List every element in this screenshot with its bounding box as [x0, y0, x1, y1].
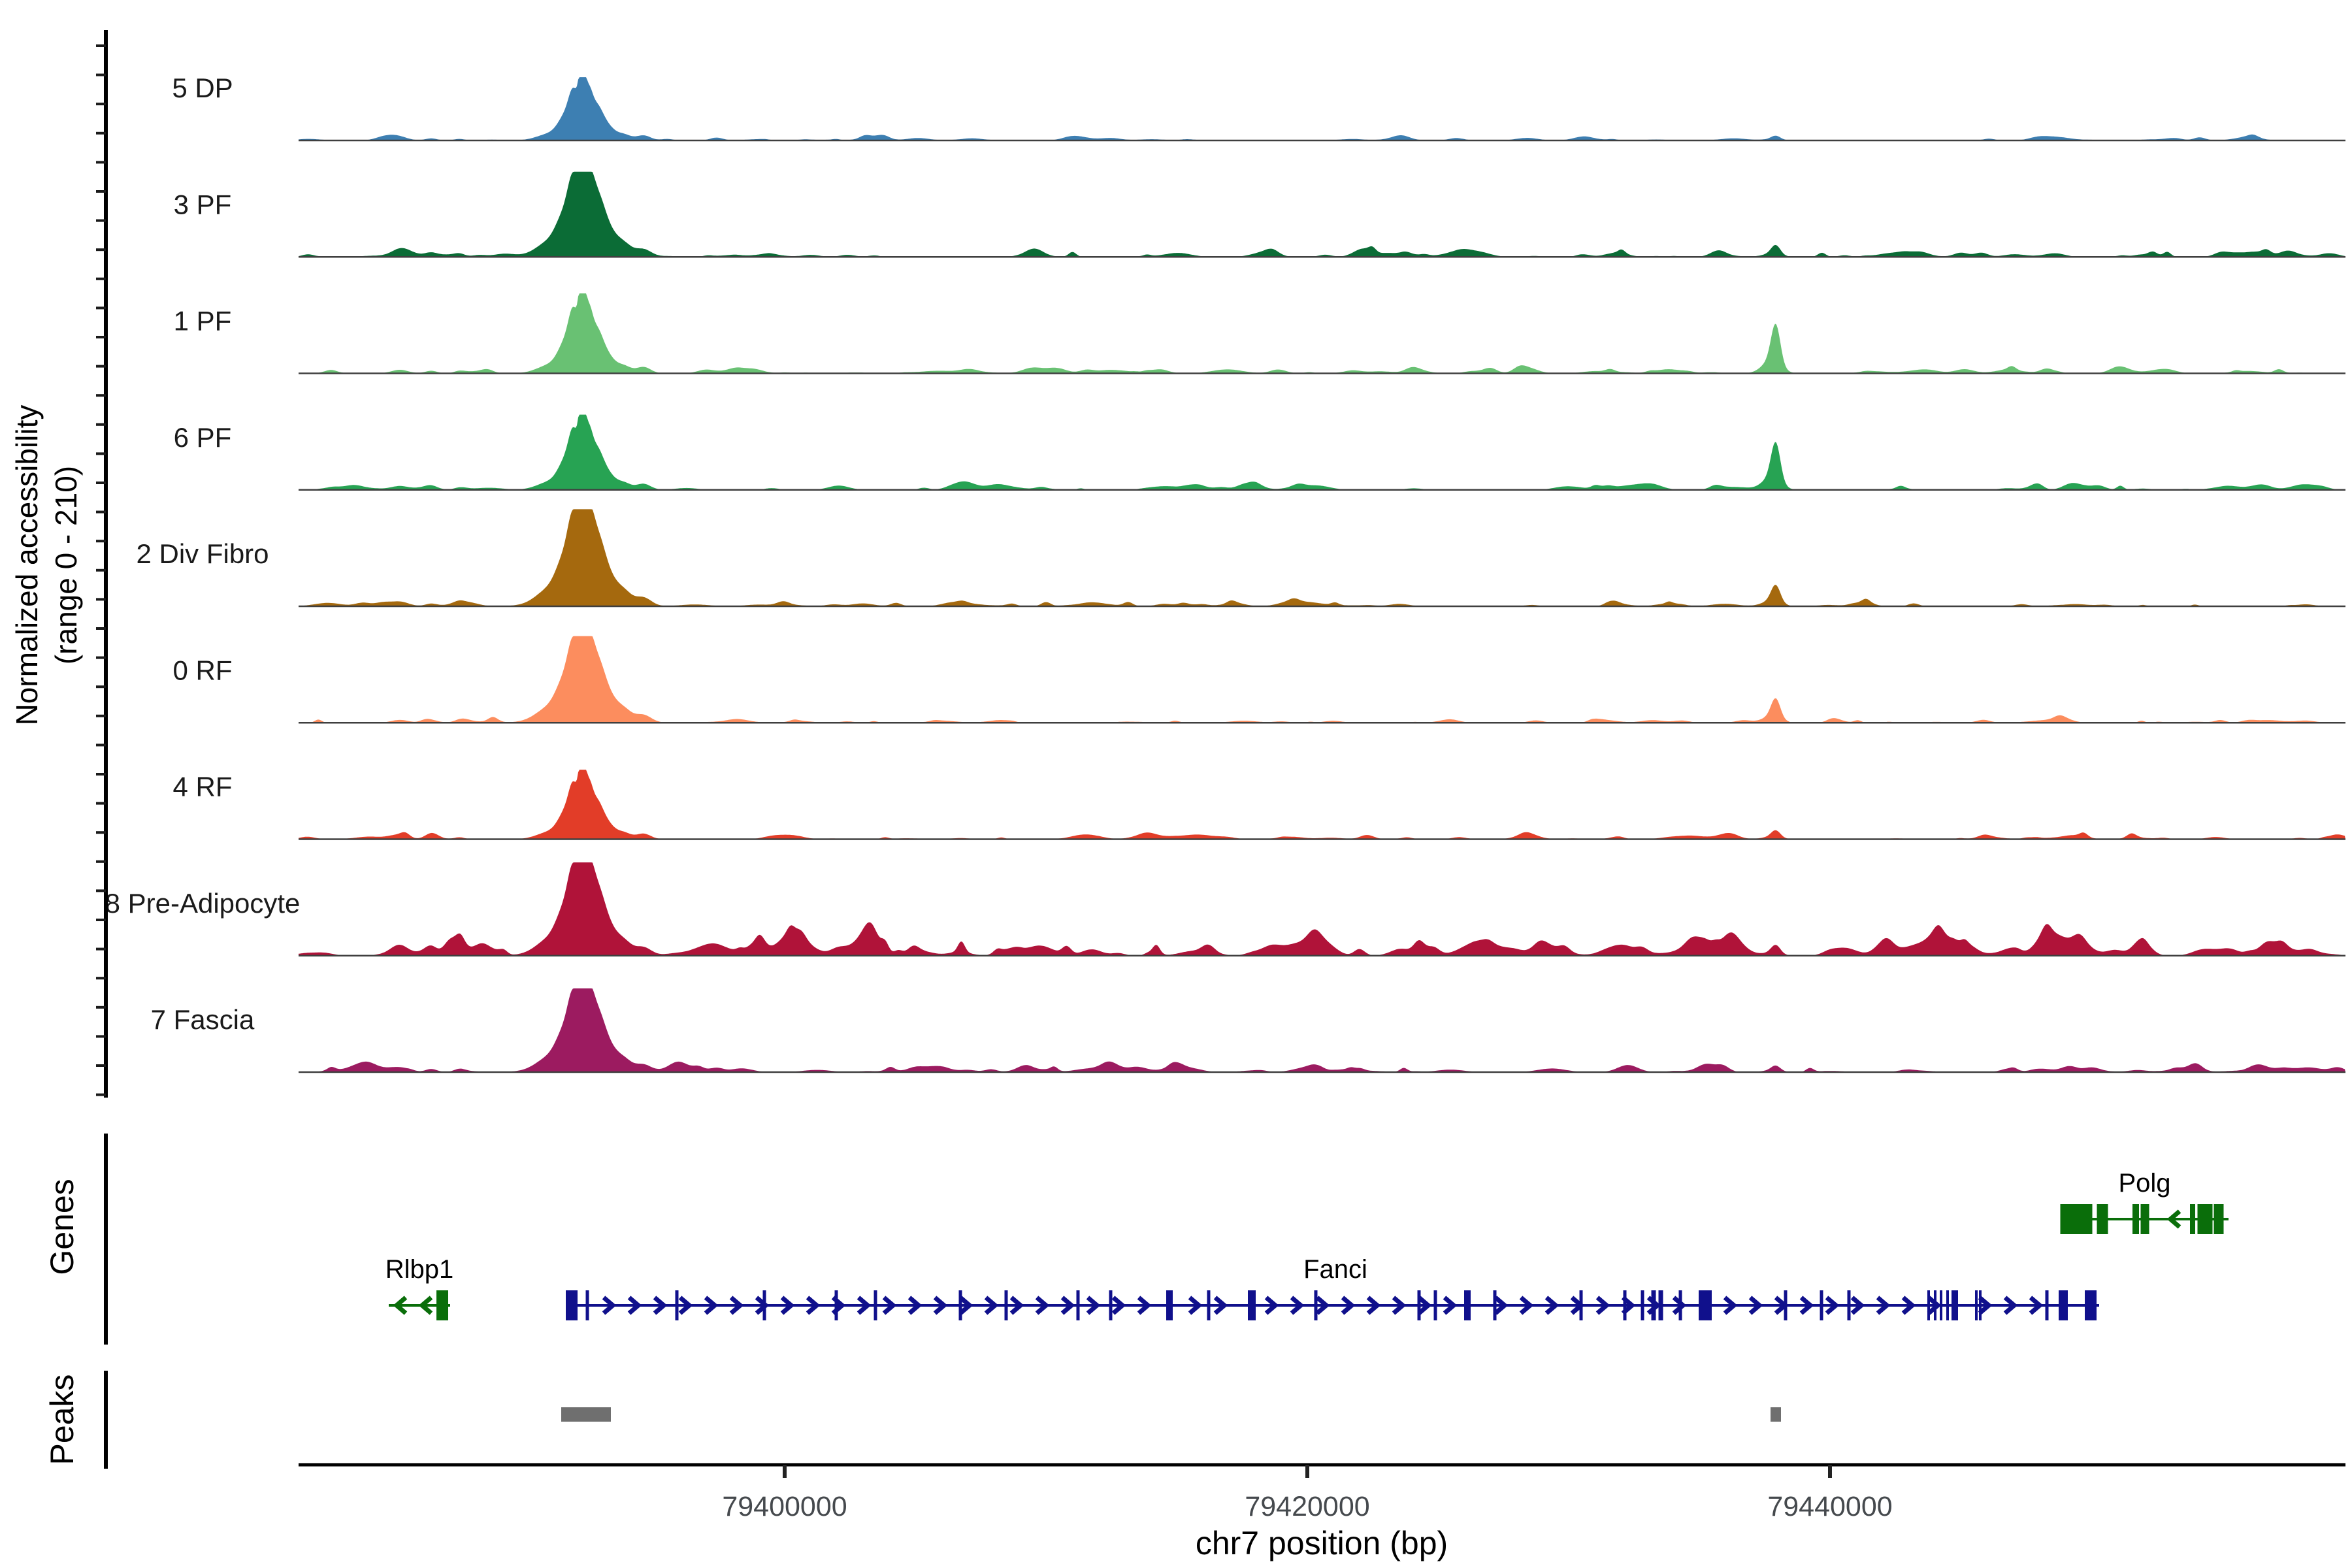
- x-tick-label: 79440000: [1767, 1491, 1892, 1522]
- track-3-pf: 3 PF: [174, 171, 2345, 258]
- exon: [1004, 1290, 1008, 1320]
- track-label: 0 RF: [172, 655, 232, 685]
- gene-model-rlbp1: Rlbp1: [385, 1255, 454, 1320]
- exon: [1314, 1290, 1318, 1320]
- exon: [675, 1290, 679, 1320]
- gene-label: Rlbp1: [385, 1255, 454, 1284]
- track-label: 5 DP: [172, 73, 233, 103]
- coverage-area: [299, 293, 2345, 374]
- exon: [2132, 1204, 2139, 1234]
- coverage-area: [299, 862, 2345, 956]
- exon: [2045, 1290, 2049, 1320]
- track-6-pf: 6 PF: [174, 414, 2345, 491]
- y-axis-label-line2: (range 0 - 210): [49, 465, 83, 665]
- exon: [1927, 1290, 1930, 1320]
- exon: [1979, 1290, 1982, 1320]
- exon: [1109, 1290, 1113, 1320]
- genes-panel-label: Genes: [44, 1179, 80, 1275]
- track-label: 3 PF: [174, 189, 232, 220]
- track-8-pre-adipocyte: 8 Pre-Adipocyte: [105, 862, 2345, 956]
- exon: [566, 1290, 578, 1320]
- x-tick-label: 79420000: [1245, 1491, 1369, 1522]
- peak-bar: [1771, 1407, 1781, 1422]
- exon: [1417, 1290, 1421, 1320]
- gene-label: Fanci: [1303, 1255, 1367, 1284]
- exon: [2059, 1290, 2068, 1320]
- figure-canvas: 5 DP 3 PF 1 PF 6 PF 2 Div Fibro 0 RF 4 RF 8 Pre…: [96, 30, 2345, 1522]
- x-tick-label: 79400000: [722, 1491, 847, 1522]
- track-label: 2 Div Fibro: [136, 538, 269, 569]
- coverage-area: [299, 171, 2345, 257]
- exon: [834, 1290, 838, 1320]
- exon: [1699, 1290, 1712, 1320]
- x-axis: 79400000 79420000 79440000: [299, 1463, 2345, 1522]
- gene-label: Polg: [2118, 1169, 2170, 1198]
- exon: [874, 1290, 877, 1320]
- exon: [2085, 1290, 2097, 1320]
- exon: [2213, 1204, 2224, 1234]
- track-0-rf: 0 RF: [172, 636, 2345, 724]
- coverage-area: [299, 988, 2345, 1072]
- gene-model-polg: Polg: [2060, 1169, 2229, 1234]
- peak-bar: [561, 1407, 611, 1422]
- peaks-panel-label: Peaks: [44, 1374, 80, 1465]
- exon: [1952, 1290, 1958, 1320]
- track-label: 7 Fascia: [151, 1004, 255, 1035]
- exon: [1623, 1290, 1627, 1320]
- track-label: 1 PF: [174, 306, 232, 336]
- exon: [1847, 1290, 1851, 1320]
- track-2-div-fibro: 2 Div Fibro: [136, 509, 2345, 608]
- exon: [2197, 1204, 2213, 1234]
- exon: [2140, 1204, 2149, 1234]
- y-axis-label-line1: Normalized accessibility: [10, 404, 44, 726]
- exon: [1641, 1290, 1644, 1320]
- exon: [1493, 1290, 1497, 1320]
- track-1-pf: 1 PF: [174, 293, 2345, 374]
- accessibility-axis-bracket: [96, 30, 108, 1098]
- exon: [1166, 1290, 1173, 1320]
- track-label: 8 Pre-Adipocyte: [105, 888, 301, 919]
- exon: [2190, 1204, 2195, 1234]
- coverage-area: [299, 77, 2345, 140]
- coverage-area: [299, 509, 2345, 606]
- gene-model-fanci: Fanci: [566, 1255, 2099, 1320]
- track-label: 6 PF: [174, 422, 232, 453]
- exon: [436, 1290, 448, 1320]
- exon: [958, 1290, 962, 1320]
- x-axis-title: chr7 position (bp): [1195, 1525, 1448, 1561]
- exon: [1975, 1290, 1978, 1320]
- exon: [1076, 1290, 1080, 1320]
- track-5-dp: 5 DP: [172, 73, 2345, 142]
- exon: [1433, 1290, 1437, 1320]
- exon: [585, 1290, 589, 1320]
- exon: [1820, 1290, 1823, 1320]
- coverage-area: [299, 414, 2345, 490]
- coverage-area: [299, 770, 2345, 840]
- track-7-fascia: 7 Fascia: [151, 988, 2345, 1073]
- exon: [1207, 1290, 1211, 1320]
- track-4-rf: 4 RF: [172, 770, 2345, 840]
- exon: [1248, 1290, 1256, 1320]
- genome-browser-figure: 5 DP 3 PF 1 PF 6 PF 2 Div Fibro 0 RF 4 RF 8 Pre…: [0, 0, 2352, 1568]
- exon: [2097, 1204, 2108, 1234]
- track-label: 4 RF: [172, 772, 232, 802]
- coverage-area: [299, 636, 2345, 723]
- y-axis-label: Normalized accessibility (range 0 - 210): [8, 405, 86, 726]
- exon: [1946, 1290, 1949, 1320]
- exon: [2060, 1204, 2093, 1234]
- exon: [1464, 1290, 1471, 1320]
